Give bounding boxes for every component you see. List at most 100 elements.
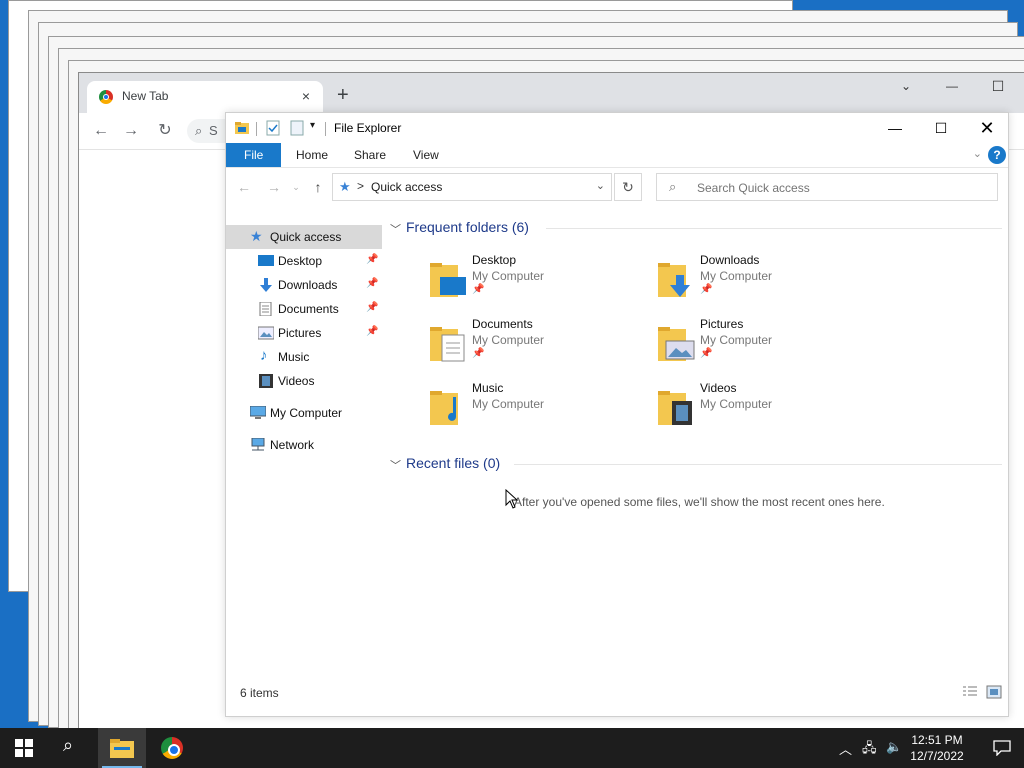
clock-date: 12/7/2022 bbox=[910, 749, 964, 763]
recent-locations-icon[interactable]: ⌄ bbox=[286, 182, 306, 193]
file-explorer-window: ▾ File Explorer — ☐ ✕ File Home Share Vi… bbox=[225, 112, 1009, 717]
folder-name: Pictures bbox=[700, 317, 744, 331]
folder-tile-documents[interactable]: Documents My Computer 📌 bbox=[426, 317, 646, 373]
nav-item-quick-access[interactable]: ★ Quick access bbox=[226, 225, 382, 249]
nav-item-documents[interactable]: Documents 📌 bbox=[226, 297, 382, 321]
reload-icon[interactable]: ↻ bbox=[155, 121, 175, 141]
details-view-icon[interactable] bbox=[962, 685, 978, 699]
expand-ribbon-icon[interactable]: ⌄ bbox=[973, 147, 982, 160]
search-icon: ⌕ bbox=[669, 179, 677, 194]
up-arrow-icon[interactable]: ↑ bbox=[308, 179, 328, 195]
help-button[interactable]: ? bbox=[988, 146, 1006, 164]
forward-icon[interactable]: → bbox=[121, 121, 141, 141]
pin-icon: 📌 bbox=[700, 284, 713, 295]
address-bar[interactable]: ★ > Quick access ⌄ bbox=[332, 173, 612, 201]
qat-customize-icon[interactable]: ▾ bbox=[310, 120, 315, 131]
music-note-icon: ♪ bbox=[260, 347, 268, 364]
start-button[interactable] bbox=[0, 728, 48, 768]
back-arrow-icon[interactable]: ← bbox=[234, 179, 254, 195]
group-title: Frequent folders (6) bbox=[406, 219, 529, 235]
maximize-button[interactable]: ☐ bbox=[918, 113, 964, 143]
music-folder-icon bbox=[430, 391, 458, 425]
network-tray-icon[interactable]: 🖧 bbox=[862, 739, 877, 761]
nav-label: My Computer bbox=[270, 406, 343, 420]
properties-icon[interactable] bbox=[266, 120, 280, 136]
pin-icon: 📌 bbox=[366, 254, 379, 265]
nav-label: Documents bbox=[278, 302, 339, 316]
status-bar: 6 items bbox=[226, 683, 1008, 705]
new-tab-button[interactable]: + bbox=[337, 85, 349, 105]
folder-name: Music bbox=[472, 381, 504, 395]
desktop-folder-icon bbox=[430, 263, 466, 297]
tab-home[interactable]: Home bbox=[284, 143, 340, 167]
close-button[interactable]: ✕ bbox=[964, 113, 1010, 143]
file-explorer-icon bbox=[110, 739, 134, 758]
large-icons-view-icon[interactable] bbox=[986, 685, 1002, 699]
chevron-down-icon: ﹀ bbox=[390, 460, 401, 472]
nav-item-network[interactable]: Network bbox=[226, 433, 382, 457]
chrome-minimize-button[interactable]: — bbox=[929, 73, 975, 99]
taskbar-chrome[interactable] bbox=[148, 728, 196, 768]
quick-access-star-icon: ★ bbox=[339, 179, 351, 194]
folder-tile-downloads[interactable]: Downloads My Computer 📌 bbox=[654, 253, 874, 309]
search-input[interactable] bbox=[695, 178, 989, 198]
folder-tile-music[interactable]: Music My Computer bbox=[426, 381, 646, 437]
nav-item-music[interactable]: ♪ Music bbox=[226, 345, 382, 369]
recent-files-header[interactable]: ﹀ Recent files (0) bbox=[390, 453, 1002, 475]
divider bbox=[546, 228, 1002, 229]
frequent-folders-header[interactable]: ﹀ Frequent folders (6) bbox=[390, 217, 1002, 239]
search-button[interactable]: ⌕ bbox=[48, 728, 96, 768]
back-icon[interactable]: ← bbox=[91, 121, 111, 141]
folder-tile-videos[interactable]: Videos My Computer bbox=[654, 381, 874, 437]
folder-name: Downloads bbox=[700, 253, 760, 267]
tab-close-button[interactable]: × bbox=[297, 87, 315, 105]
notifications-icon bbox=[993, 740, 1011, 756]
omnibox-text: S bbox=[209, 123, 218, 138]
chrome-tab-new-tab[interactable]: New Tab × bbox=[87, 81, 323, 113]
breadcrumb-location[interactable]: Quick access bbox=[371, 180, 442, 194]
pin-icon: 📌 bbox=[700, 348, 713, 359]
volume-icon[interactable]: 🔈 bbox=[886, 739, 902, 755]
new-folder-icon[interactable] bbox=[290, 120, 304, 136]
tab-share[interactable]: Share bbox=[342, 143, 398, 167]
nav-item-pictures[interactable]: Pictures 📌 bbox=[226, 321, 382, 345]
taskbar-file-explorer[interactable] bbox=[98, 728, 146, 768]
item-count: 6 items bbox=[240, 686, 279, 700]
show-hidden-icons-chevron-icon[interactable]: ︿ bbox=[839, 739, 852, 758]
nav-item-my-computer[interactable]: My Computer bbox=[226, 401, 382, 425]
pin-icon: 📌 bbox=[472, 284, 485, 295]
nav-label: Desktop bbox=[278, 254, 323, 268]
recent-files-empty-message: After you've opened some files, we'll sh… bbox=[514, 495, 885, 509]
system-clock[interactable]: 12:51 PM 12/7/2022 bbox=[902, 732, 972, 764]
search-box[interactable]: ⌕ bbox=[656, 173, 998, 201]
minimize-button[interactable]: — bbox=[872, 113, 918, 143]
search-icon: ⌕ bbox=[63, 735, 74, 755]
nav-item-desktop[interactable]: Desktop 📌 bbox=[226, 249, 382, 273]
nav-item-downloads[interactable]: Downloads 📌 bbox=[226, 273, 382, 297]
nav-item-videos[interactable]: Videos bbox=[226, 369, 382, 393]
tab-view[interactable]: View bbox=[401, 143, 451, 167]
breadcrumb-separator: > bbox=[357, 179, 365, 193]
forward-arrow-icon[interactable]: → bbox=[264, 179, 284, 195]
chrome-menu-button[interactable]: ⌄ bbox=[883, 73, 929, 99]
folder-location: My Computer bbox=[472, 269, 545, 283]
folder-tile-desktop[interactable]: Desktop My Computer 📌 bbox=[426, 253, 646, 309]
chrome-favicon-icon bbox=[99, 90, 113, 104]
folder-location: My Computer bbox=[700, 397, 773, 411]
folder-name: Desktop bbox=[472, 253, 517, 267]
address-dropdown-icon[interactable]: ⌄ bbox=[596, 179, 605, 192]
video-film-icon bbox=[259, 374, 273, 388]
pin-icon: 📌 bbox=[366, 326, 379, 337]
downloads-folder-icon bbox=[658, 263, 690, 297]
pin-icon: 📌 bbox=[366, 278, 379, 289]
tab-file[interactable]: File bbox=[226, 143, 282, 167]
refresh-button[interactable]: ↻ bbox=[614, 173, 642, 201]
nav-label: Pictures bbox=[278, 326, 322, 340]
folder-name: Documents bbox=[472, 317, 533, 331]
navigation-pane: ★ Quick access Desktop 📌 Downloads 📌 Doc… bbox=[226, 225, 382, 465]
computer-icon bbox=[250, 406, 266, 419]
chrome-maximize-button[interactable]: ☐ bbox=[975, 73, 1021, 99]
documents-folder-icon bbox=[430, 327, 465, 362]
folder-tile-pictures[interactable]: Pictures My Computer 📌 bbox=[654, 317, 874, 373]
action-center-button[interactable] bbox=[980, 728, 1024, 768]
